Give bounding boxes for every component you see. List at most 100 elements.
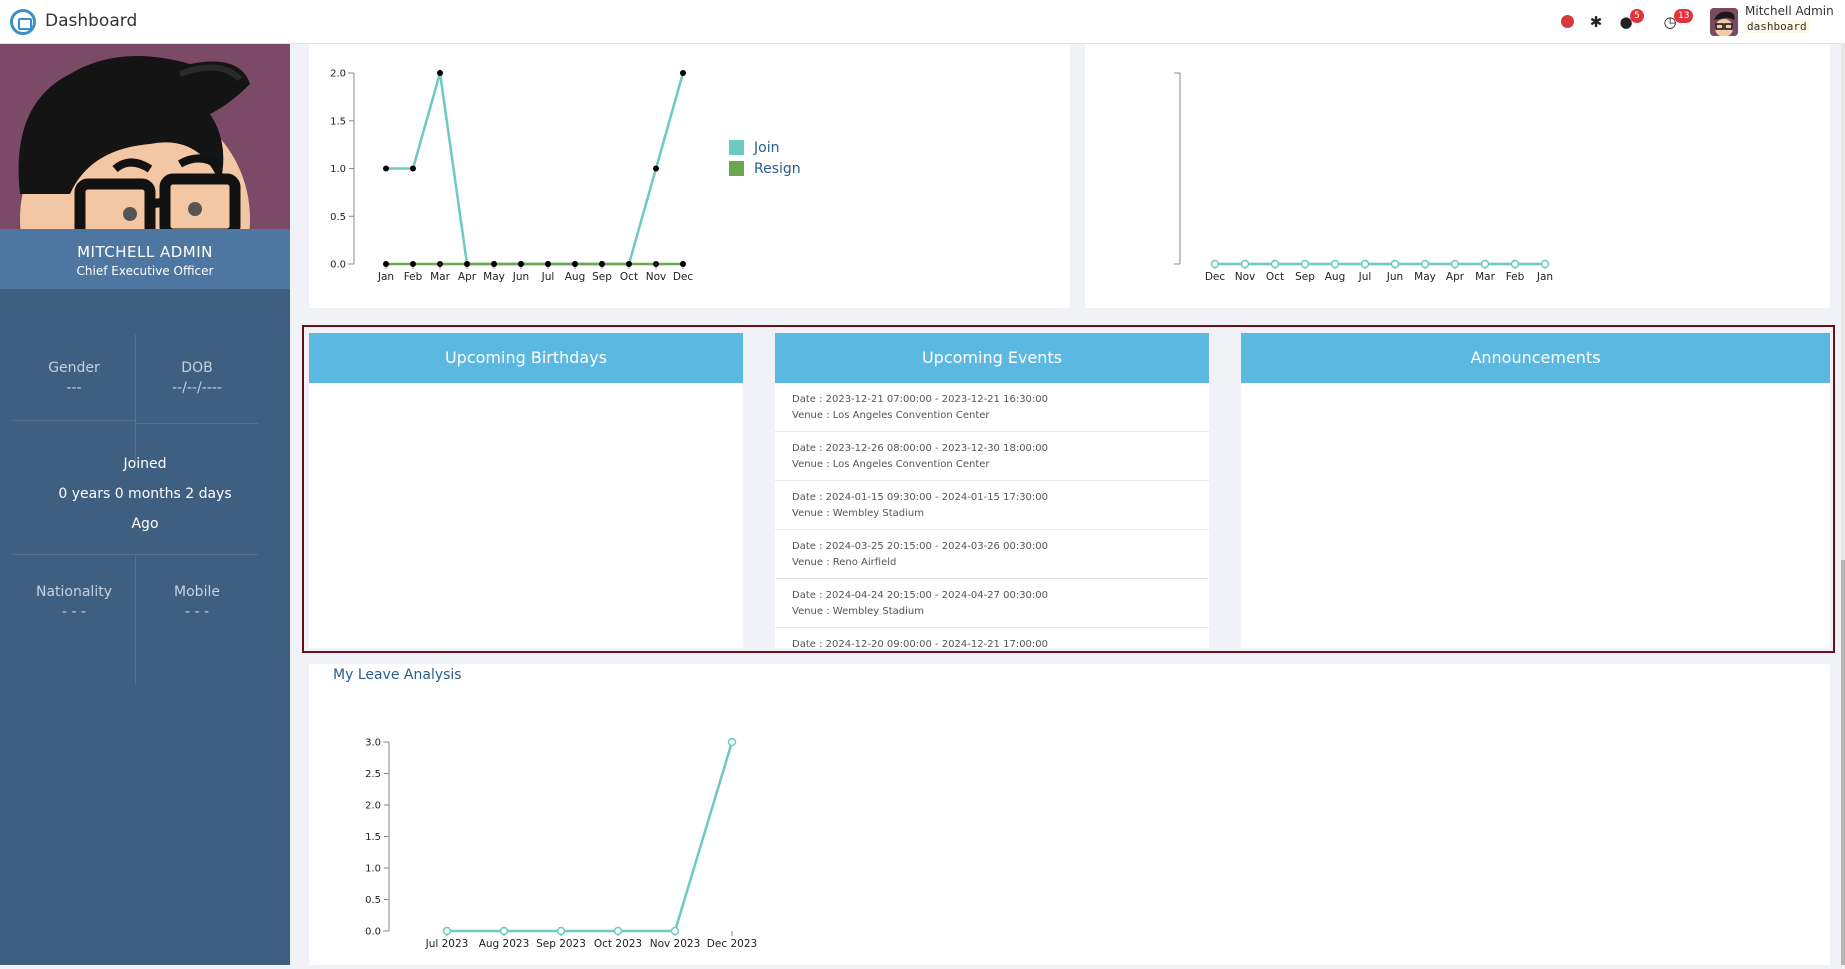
y-tick-label: 0.0 (330, 260, 346, 271)
y-tick-label: 2.0 (365, 801, 381, 812)
y-tick-label: 3.0 (365, 738, 381, 749)
gender-info: Gender --- (13, 360, 135, 396)
divider (13, 420, 135, 421)
user-menu[interactable]: Mitchell Admin dashboard (1745, 4, 1834, 34)
data-point (556, 926, 566, 936)
data-point (1390, 259, 1400, 269)
x-tick-label: Mar (1475, 271, 1495, 283)
data-point (1240, 259, 1250, 269)
y-tick-label: 1.5 (330, 116, 346, 127)
y-tick-label: 1.0 (330, 164, 346, 175)
recording-dot-icon[interactable] (1561, 15, 1574, 28)
nationality-label: Nationality (35, 584, 112, 600)
x-tick-label: Jul (541, 271, 555, 283)
app-logo-icon[interactable] (10, 9, 36, 35)
x-tick-label: Mar (430, 271, 450, 283)
x-tick-label: Feb (1506, 271, 1525, 283)
legend-label: Resign (754, 161, 801, 177)
x-tick-label: Nov (646, 271, 667, 283)
top-navbar: Dashboard ✱ ● 5 ◷ 13 Mitchell Admin dash… (0, 0, 1845, 44)
x-tick-label: Dec 2023 (707, 938, 757, 950)
data-point (626, 261, 632, 267)
data-point (680, 70, 686, 76)
name-band: MITCHELL ADMIN Chief Executive Officer (0, 229, 290, 289)
page-scrollbar-thumb[interactable] (1841, 560, 1845, 965)
page-title[interactable]: Dashboard (45, 11, 137, 31)
messages-badge: 5 (1630, 9, 1644, 23)
data-point (670, 926, 680, 936)
data-point (410, 261, 416, 267)
database-name: dashboard (1745, 20, 1809, 33)
divider (136, 423, 258, 424)
x-tick-label: May (1414, 271, 1436, 283)
data-point (1360, 259, 1370, 269)
x-tick-label: Feb (404, 271, 423, 283)
legend-swatch (729, 161, 744, 176)
nationality-info: Nationality - - - (13, 584, 135, 620)
gender-label: Gender (48, 360, 100, 376)
joined-info: Joined 0 years 0 months 2 days Ago (0, 449, 290, 539)
data-point (1480, 259, 1490, 269)
data-point (410, 165, 416, 172)
data-point (383, 261, 389, 267)
mobile-value: - - - (184, 604, 210, 620)
data-point (491, 261, 497, 267)
activities-badge: 13 (1674, 9, 1694, 23)
monthly-chart: Dec Nov Oct Sep Aug Jul Jun May Apr Mar Feb Jan (1174, 72, 1553, 283)
user-avatar[interactable] (1710, 8, 1738, 36)
leave-analysis-card: 0.0 0.5 1.0 1.5 2.0 2.5 3.0 Jul 2023 Aug 2023 Sep… (309, 664, 1830, 965)
data-point (1330, 259, 1340, 269)
series-line (386, 72, 685, 266)
x-tick-label: Dec (673, 271, 694, 283)
x-tick-label: Jun (512, 271, 529, 283)
joined-duration: 0 years 0 months 2 days (58, 486, 232, 502)
x-tick-label: May (483, 271, 505, 283)
x-tick-label: Apr (458, 271, 477, 283)
data-point (383, 165, 389, 172)
x-tick-label: Sep (592, 271, 612, 283)
employee-name: MITCHELL ADMIN (77, 243, 213, 261)
legend-swatch (729, 140, 744, 155)
x-tick-label: Sep (1295, 271, 1315, 283)
joined-label: Joined (123, 456, 167, 472)
y-tick-label: 0.0 (365, 927, 381, 938)
data-point (1300, 259, 1310, 269)
data-point (1210, 259, 1220, 269)
data-point (1270, 259, 1280, 269)
data-point (572, 261, 578, 267)
leave-analysis-title: My Leave Analysis (333, 667, 462, 683)
dob-info: DOB --/--/---- (136, 360, 258, 396)
data-point (653, 165, 659, 172)
monthly-chart-card: Dec Nov Oct Sep Aug Jul Jun May Apr Mar Feb Jan (1085, 44, 1830, 308)
profile-sidebar: MITCHELL ADMIN Chief Executive Officer G… (0, 44, 290, 965)
profile-image (0, 44, 290, 229)
data-point (653, 261, 659, 267)
divider (135, 334, 136, 464)
divider (13, 554, 258, 555)
data-point (545, 261, 551, 267)
data-point (437, 70, 443, 76)
mobile-label: Mobile (174, 584, 220, 600)
data-point (613, 926, 623, 936)
join-resign-chart-card: 0.0 0.5 1.0 1.5 2.0 Jan Feb Mar Apr May Jun Jul Aug S… (309, 44, 1070, 308)
x-tick-label: Nov 2023 (650, 938, 701, 950)
x-tick-label: Jun (1386, 271, 1403, 283)
y-tick-label: 1.0 (365, 864, 381, 875)
employee-job-title: Chief Executive Officer (76, 264, 214, 278)
x-tick-label: Aug 2023 (479, 938, 530, 950)
bug-icon[interactable]: ✱ (1586, 12, 1606, 32)
legend-label: Join (753, 140, 779, 156)
x-tick-label: Jan (377, 271, 394, 283)
leave-analysis-chart: 0.0 0.5 1.0 1.5 2.0 2.5 3.0 Jul 2023 Aug 2023 Sep… (365, 737, 757, 951)
data-point (680, 261, 686, 267)
data-point (727, 737, 737, 747)
series-line (447, 741, 734, 933)
user-name: Mitchell Admin (1745, 4, 1834, 18)
data-point (1450, 259, 1460, 269)
data-point (499, 926, 509, 936)
y-tick-label: 1.5 (365, 832, 381, 843)
y-tick-label: 2.0 (330, 69, 346, 80)
x-tick-label: Oct (1266, 271, 1284, 283)
mobile-info: Mobile - - - (136, 584, 258, 620)
gender-value: --- (66, 380, 82, 396)
